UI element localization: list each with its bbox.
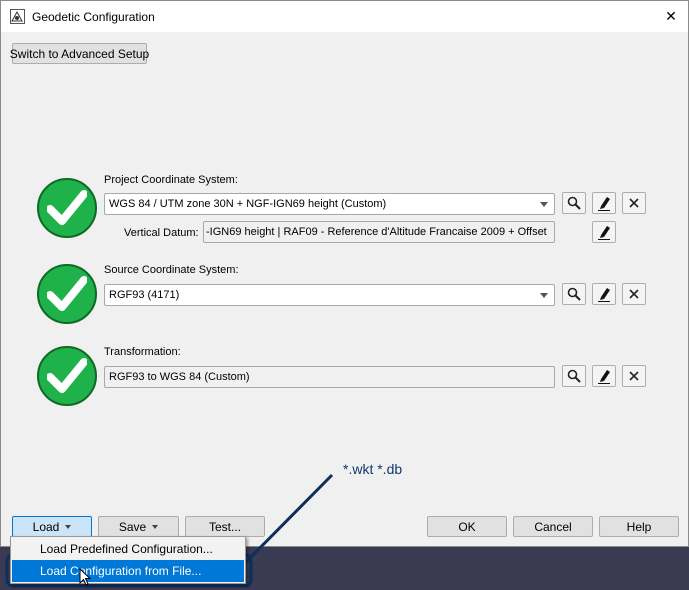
mouse-cursor-icon bbox=[79, 568, 91, 586]
annotation-text: *.wkt *.db bbox=[343, 461, 403, 477]
annotation-arrow-line bbox=[243, 473, 334, 565]
load-menu: Load Predefined Configuration... Load Co… bbox=[10, 536, 246, 584]
menu-item-load-from-file[interactable]: Load Configuration from File... bbox=[12, 560, 244, 582]
annotation-overlay bbox=[5, 473, 334, 588]
menu-item-load-predefined[interactable]: Load Predefined Configuration... bbox=[12, 538, 244, 560]
